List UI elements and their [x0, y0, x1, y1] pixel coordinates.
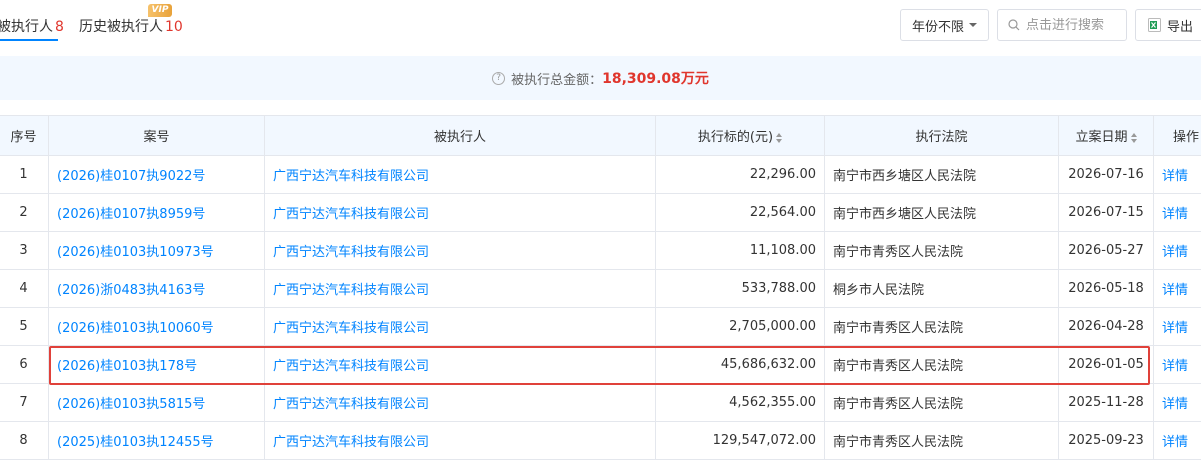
cell-amount: 22,296.00	[655, 155, 825, 194]
header-amount-label: 执行标的(元)	[697, 130, 774, 145]
cell-seq: 6	[0, 345, 49, 384]
cell-court: 南宁市青秀区人民法院	[824, 383, 1059, 422]
case-no-link[interactable]: (2026)桂0107执8959号	[48, 193, 265, 232]
executed-persons-table: 序号 案号 被执行人 执行标的(元) 执行法院 立案日期 操作 1 (2026)…	[0, 115, 1201, 460]
header-date[interactable]: 立案日期	[1058, 115, 1154, 156]
company-link[interactable]: 广西宁达汽车科技有限公司	[264, 155, 656, 194]
cell-seq: 5	[0, 307, 49, 346]
header-executed-person: 被执行人	[264, 115, 656, 156]
cell-date: 2026-07-16	[1058, 155, 1154, 194]
company-link[interactable]: 广西宁达汽车科技有限公司	[264, 421, 656, 460]
case-no-link[interactable]: (2026)桂0103执10973号	[48, 231, 265, 270]
excel-icon	[1148, 18, 1161, 32]
detail-link[interactable]: 详情	[1153, 421, 1201, 460]
case-no-link[interactable]: (2026)桂0107执9022号	[48, 155, 265, 194]
header-court: 执行法院	[824, 115, 1059, 156]
table-row: 2 (2026)桂0107执8959号 广西宁达汽车科技有限公司 22,564.…	[0, 193, 1201, 232]
table-row: 3 (2026)桂0103执10973号 广西宁达汽车科技有限公司 11,108…	[0, 231, 1201, 270]
help-icon[interactable]: ?	[492, 71, 506, 85]
cell-amount: 533,788.00	[655, 269, 825, 308]
company-link[interactable]: 广西宁达汽车科技有限公司	[264, 383, 656, 422]
cell-court: 桐乡市人民法院	[824, 269, 1059, 308]
company-link[interactable]: 广西宁达汽车科技有限公司	[264, 269, 656, 308]
case-no-link[interactable]: (2026)浙0483执4163号	[48, 269, 265, 308]
cell-amount: 22,564.00	[655, 193, 825, 232]
table-row: 8 (2025)桂0103执12455号 广西宁达汽车科技有限公司 129,54…	[0, 421, 1201, 460]
cell-court: 南宁市青秀区人民法院	[824, 231, 1059, 270]
cell-court: 南宁市青秀区人民法院	[824, 421, 1059, 460]
cell-court: 南宁市青秀区人民法院	[824, 307, 1059, 346]
cell-amount: 2,705,000.00	[655, 307, 825, 346]
search-box[interactable]	[997, 9, 1127, 41]
export-label: 导出	[1167, 19, 1194, 35]
detail-link[interactable]: 详情	[1153, 345, 1201, 384]
year-filter-dropdown[interactable]: 年份不限	[900, 9, 989, 41]
detail-link[interactable]: 详情	[1153, 193, 1201, 232]
active-tab-indicator	[0, 39, 58, 41]
cell-court: 南宁市西乡塘区人民法院	[824, 193, 1059, 232]
detail-link[interactable]: 详情	[1153, 307, 1201, 346]
cell-date: 2026-05-18	[1058, 269, 1154, 308]
cell-court: 南宁市西乡塘区人民法院	[824, 155, 1059, 194]
tab-count: 10	[165, 19, 183, 35]
sort-icon[interactable]	[1130, 132, 1137, 143]
header-action: 操作	[1153, 115, 1201, 156]
table-row: 1 (2026)桂0107执9022号 广西宁达汽车科技有限公司 22,296.…	[0, 155, 1201, 194]
case-no-link[interactable]: (2026)桂0103执5815号	[48, 383, 265, 422]
caret-down-icon	[969, 23, 977, 27]
search-input[interactable]	[1026, 17, 1122, 33]
company-link[interactable]: 广西宁达汽车科技有限公司	[264, 231, 656, 270]
tab-label: 被执行人	[0, 19, 53, 35]
cell-date: 2026-05-27	[1058, 231, 1154, 270]
case-no-link[interactable]: (2025)桂0103执12455号	[48, 421, 265, 460]
tab-history-executed-persons[interactable]: 历史被执行人 10	[79, 16, 183, 36]
year-filter-label: 年份不限	[911, 19, 964, 35]
case-no-link[interactable]: (2026)桂0103执10060号	[48, 307, 265, 346]
sort-icon[interactable]	[776, 132, 783, 143]
table-row: 4 (2026)浙0483执4163号 广西宁达汽车科技有限公司 533,788…	[0, 269, 1201, 308]
cell-date: 2026-04-28	[1058, 307, 1154, 346]
tab-executed-persons[interactable]: 被执行人 8	[0, 16, 64, 36]
table-header-row: 序号 案号 被执行人 执行标的(元) 执行法院 立案日期 操作	[0, 115, 1201, 156]
company-link[interactable]: 广西宁达汽车科技有限公司	[264, 345, 656, 384]
cell-date: 2025-11-28	[1058, 383, 1154, 422]
cell-seq: 1	[0, 155, 49, 194]
vip-badge: VIP	[148, 4, 172, 17]
detail-link[interactable]: 详情	[1153, 383, 1201, 422]
tab-bar: 被执行人8 历史被执行人10 VIP 年份不限 导出	[0, 0, 1201, 48]
cell-amount: 45,686,632.00	[655, 345, 825, 384]
table-row: 5 (2026)桂0103执10060号 广西宁达汽车科技有限公司 2,705,…	[0, 307, 1201, 346]
cell-date: 2026-07-15	[1058, 193, 1154, 232]
total-amount-value: 18,309.08万元	[602, 71, 709, 87]
cell-date: 2025-09-23	[1058, 421, 1154, 460]
cell-amount: 11,108.00	[655, 231, 825, 270]
detail-link[interactable]: 详情	[1153, 269, 1201, 308]
table-row: 6 (2026)桂0103执178号 广西宁达汽车科技有限公司 45,686,6…	[0, 345, 1201, 384]
detail-link[interactable]: 详情	[1153, 231, 1201, 270]
header-seq: 序号	[0, 115, 49, 156]
total-amount-banner: ? 被执行总金额： 18,309.08万元	[0, 56, 1201, 100]
cell-amount: 4,562,355.00	[655, 383, 825, 422]
case-no-link[interactable]: (2026)桂0103执178号	[48, 345, 265, 384]
company-link[interactable]: 广西宁达汽车科技有限公司	[264, 193, 656, 232]
detail-link[interactable]: 详情	[1153, 155, 1201, 194]
header-case-no: 案号	[48, 115, 265, 156]
header-amount[interactable]: 执行标的(元)	[655, 115, 825, 156]
cell-seq: 8	[0, 421, 49, 460]
company-link[interactable]: 广西宁达汽车科技有限公司	[264, 307, 656, 346]
cell-court: 南宁市青秀区人民法院	[824, 345, 1059, 384]
header-date-label: 立案日期	[1075, 130, 1128, 145]
cell-seq: 4	[0, 269, 49, 308]
tab-count: 8	[55, 19, 64, 35]
cell-amount: 129,547,072.00	[655, 421, 825, 460]
table-row: 7 (2026)桂0103执5815号 广西宁达汽车科技有限公司 4,562,3…	[0, 383, 1201, 422]
export-button[interactable]: 导出	[1135, 9, 1201, 41]
cell-seq: 3	[0, 231, 49, 270]
cell-date: 2026-01-05	[1058, 345, 1154, 384]
tab-label: 历史被执行人	[79, 19, 163, 35]
cell-seq: 7	[0, 383, 49, 422]
search-icon	[1008, 19, 1020, 31]
total-amount-label: 被执行总金额：	[511, 72, 603, 88]
cell-seq: 2	[0, 193, 49, 232]
